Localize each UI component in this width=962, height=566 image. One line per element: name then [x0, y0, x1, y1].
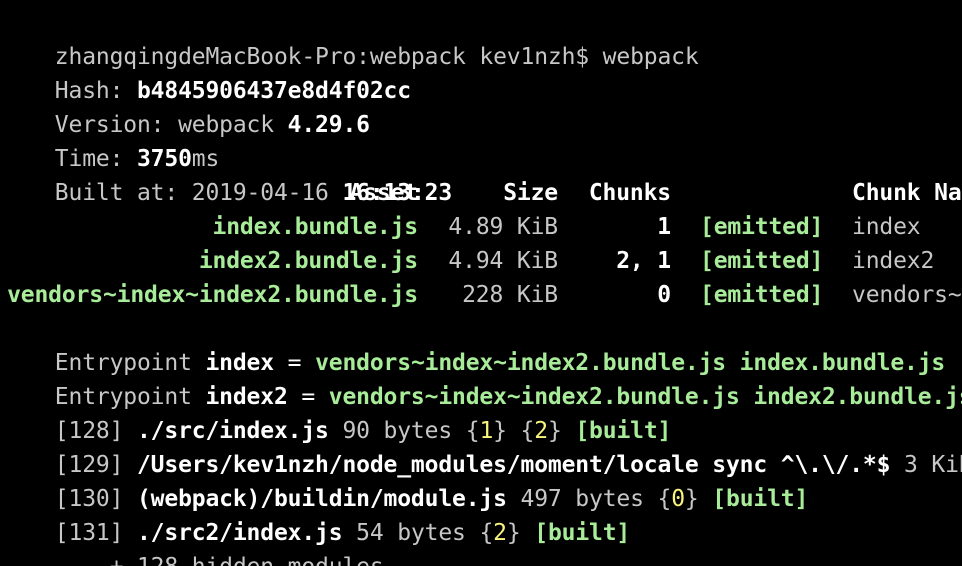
hidden-modules-line: + 128 hidden modules [0, 516, 962, 566]
asset-chunks: 0 [657, 282, 671, 308]
built-at-line: Built at: 2019-04-16 16:13:23 [0, 142, 962, 206]
asset-size: 4.89 KiB [448, 214, 558, 240]
asset-file: vendors~index~index2.bundle.js [7, 282, 418, 308]
header-chunk-names: Chunk Na [852, 180, 962, 206]
header-size: Size [503, 180, 558, 206]
module-line: [128] ./src/index.js 90 bytes {1} {2} [b… [0, 380, 962, 444]
entrypoint-line: Entrypoint index = vendors~index~index2.… [0, 312, 962, 376]
asset-table-header: Asset Size Chunks Chunk Na [0, 176, 962, 210]
asset-chunk-name: index [852, 214, 921, 240]
asset-chunks: 2, 1 [616, 248, 671, 274]
prompt-line: zhangqingdeMacBook-Pro:webpack kev1nzh$ … [0, 6, 962, 70]
asset-chunks: 1 [657, 214, 671, 240]
asset-file: index.bundle.js [212, 214, 419, 240]
asset-size: 4.94 KiB [448, 248, 558, 274]
asset-size: 228 KiB [462, 282, 558, 308]
header-asset: Asset [349, 180, 419, 206]
asset-chunk-name: index2 [852, 248, 935, 274]
module-line: [129] /Users/kev1nzh/node_modules/moment… [0, 414, 962, 478]
asset-status: [emitted] [700, 282, 824, 308]
entrypoint-line: Entrypoint index2 = vendors~index~index2… [0, 346, 962, 410]
module-line: [130] (webpack)/buildin/module.js 497 by… [0, 448, 962, 512]
version-line: Version: webpack 4.29.6 [0, 74, 962, 138]
asset-status: [emitted] [700, 214, 824, 240]
asset-status: [emitted] [700, 248, 824, 274]
time-line: Time: 3750ms [0, 108, 962, 172]
asset-row: vendors~index~index2.bundle.js 228 KiB 0… [0, 278, 962, 312]
asset-chunk-name: vendors~ [852, 282, 962, 308]
asset-row: index.bundle.js 4.89 KiB 1 [emitted] ind… [0, 210, 962, 244]
hash-line: Hash: b4845906437e8d4f02cc [0, 40, 962, 104]
terminal-window[interactable]: zhangqingdeMacBook-Pro:webpack kev1nzh$ … [0, 0, 962, 566]
hidden-modules-text: + 128 hidden modules [55, 554, 384, 566]
asset-row: index2.bundle.js 4.94 KiB 2, 1 [emitted]… [0, 244, 962, 278]
asset-file: index2.bundle.js [198, 248, 418, 274]
module-line: [131] ./src2/index.js 54 bytes {2} [buil… [0, 482, 962, 546]
header-chunks: Chunks [588, 180, 671, 206]
